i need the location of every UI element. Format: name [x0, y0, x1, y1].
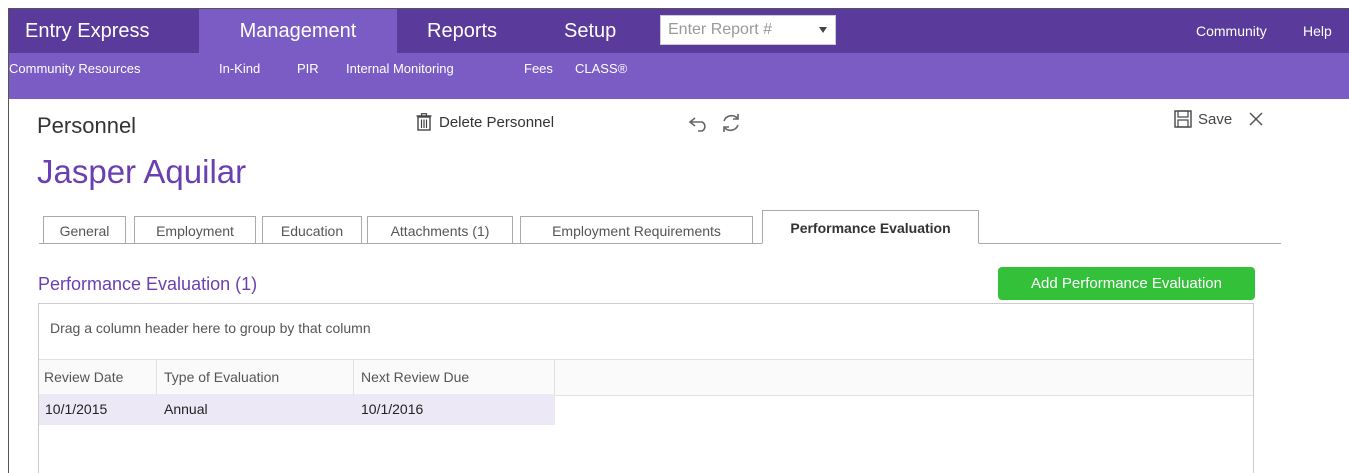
column-header-review-date[interactable]: Review Date: [39, 360, 157, 395]
community-link[interactable]: Community: [1196, 9, 1267, 53]
subnav-in-kind[interactable]: In-Kind: [219, 53, 260, 85]
tab-performance-evaluation[interactable]: Performance Evaluation: [762, 210, 979, 244]
performance-evaluation-heading: Performance Evaluation (1): [38, 274, 258, 294]
subnav-pir[interactable]: PIR: [297, 53, 319, 85]
save-icon[interactable]: [1174, 110, 1192, 128]
sub-navigation: Community Resources In-Kind PIR Internal…: [9, 53, 1349, 99]
tab-employment[interactable]: Employment: [134, 216, 256, 244]
top-navigation: Entry Express Management Reports Setup E…: [9, 9, 1349, 53]
tab-general[interactable]: General: [43, 216, 126, 244]
page-title: Personnel: [37, 113, 137, 138]
undo-icon[interactable]: [688, 114, 710, 132]
tab-education[interactable]: Education: [262, 216, 362, 244]
app-window: Entry Express Management Reports Setup E…: [8, 8, 1349, 473]
tab-management[interactable]: Management: [199, 9, 397, 53]
report-number-dropdown[interactable]: Enter Report #: [660, 15, 836, 45]
subnav-fees[interactable]: Fees: [524, 53, 553, 85]
help-link[interactable]: Help: [1303, 9, 1332, 53]
subnav-community-resources[interactable]: Community Resources: [9, 53, 141, 85]
column-header-type-of-evaluation[interactable]: Type of Evaluation: [157, 360, 354, 395]
subnav-class[interactable]: CLASS®: [575, 53, 627, 85]
tab-attachments[interactable]: Attachments (1): [367, 216, 513, 244]
performance-evaluation-grid: Drag a column header here to group by th…: [38, 303, 1254, 473]
cell-review-date: 10/1/2015: [45, 401, 108, 417]
tab-setup[interactable]: Setup: [564, 9, 616, 53]
report-number-placeholder: Enter Report #: [668, 21, 773, 38]
person-name: Jasper Aquilar: [37, 153, 247, 190]
cell-type-of-evaluation: Annual: [164, 401, 208, 417]
record-tabs: General Employment Education Attachments…: [39, 209, 1281, 244]
refresh-icon[interactable]: [720, 112, 742, 134]
save-close-group: Save: [1174, 110, 1264, 128]
trash-icon: [416, 113, 432, 131]
column-header-next-review-due[interactable]: Next Review Due: [354, 360, 555, 395]
save-button[interactable]: Save: [1198, 111, 1232, 128]
close-icon[interactable]: [1248, 111, 1264, 127]
tab-employment-requirements[interactable]: Employment Requirements: [520, 216, 753, 244]
add-performance-evaluation-button[interactable]: Add Performance Evaluation: [998, 267, 1255, 300]
delete-personnel-label: Delete Personnel: [439, 113, 555, 131]
undo-refresh-group: [688, 112, 742, 134]
table-row[interactable]: 10/1/2015 Annual 10/1/2016: [39, 394, 555, 425]
dropdown-caret-icon: [819, 27, 827, 33]
delete-personnel-button[interactable]: Delete Personnel: [416, 110, 554, 134]
group-by-drop-zone[interactable]: Drag a column header here to group by th…: [50, 320, 371, 336]
cell-next-review-due: 10/1/2016: [361, 401, 424, 417]
tab-entry-express[interactable]: Entry Express: [9, 9, 199, 53]
grid-header-row: Review Date Type of Evaluation Next Revi…: [39, 359, 1253, 396]
subnav-internal-monitoring[interactable]: Internal Monitoring: [346, 53, 454, 85]
tab-reports[interactable]: Reports: [427, 9, 497, 53]
